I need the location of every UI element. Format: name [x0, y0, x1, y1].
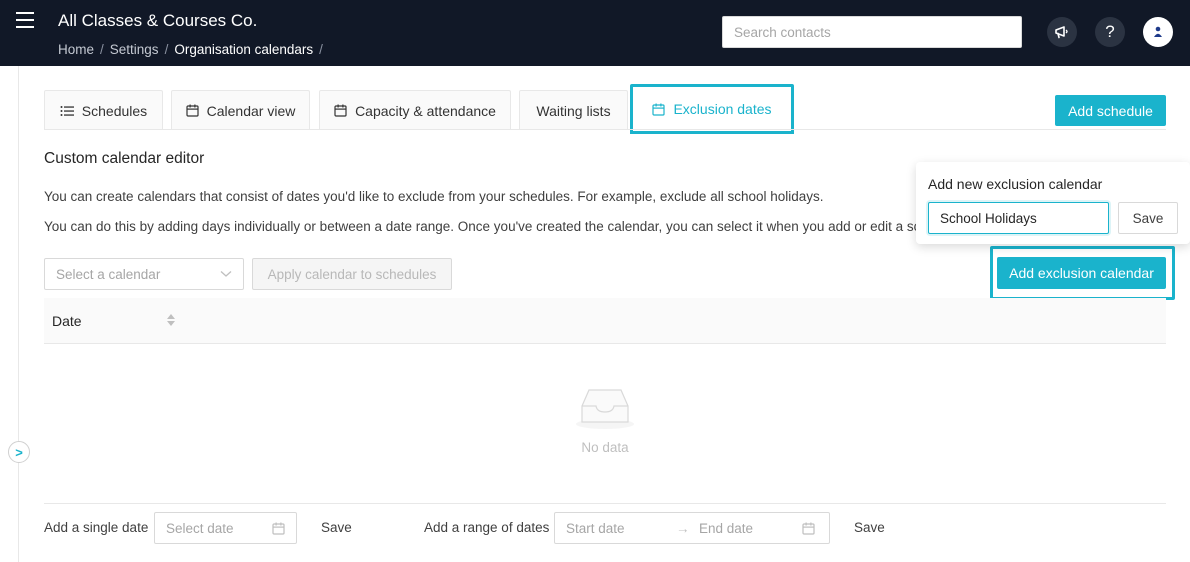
tab-calendar-view[interactable]: Calendar view — [171, 90, 310, 130]
add-exclusion-popover: Add new exclusion calendar Save — [916, 162, 1190, 244]
range-arrow-icon: → — [676, 520, 690, 536]
popover-title: Add new exclusion calendar — [928, 176, 1103, 192]
calendar-icon — [652, 103, 666, 116]
tab-exclusion-dates[interactable]: Exclusion dates — [630, 84, 794, 134]
tab-schedules[interactable]: Schedules — [44, 90, 163, 130]
date-range-picker[interactable]: Start date → End date — [554, 512, 830, 544]
user-avatar[interactable] — [1143, 17, 1173, 47]
column-header-date[interactable]: Date — [52, 313, 82, 329]
breadcrumb-current: Organisation calendars — [174, 42, 314, 57]
popover-save-button[interactable]: Save — [1118, 202, 1178, 234]
hamburger-menu-icon[interactable] — [16, 12, 34, 28]
help-icon: ? — [1105, 22, 1115, 41]
org-name: All Classes & Courses Co. — [58, 11, 258, 30]
range-end-placeholder[interactable]: End date — [699, 521, 802, 536]
list-icon — [60, 105, 74, 116]
megaphone-icon — [1055, 26, 1068, 39]
apply-calendar-button: Apply calendar to schedules — [252, 258, 452, 290]
breadcrumb-settings[interactable]: Settings — [110, 42, 159, 57]
select-placeholder: Select a calendar — [56, 266, 161, 282]
table-header: Date — [44, 298, 1166, 344]
calendar-icon — [272, 522, 285, 535]
tab-label: Schedules — [81, 102, 148, 119]
description-line-2: You can do this by adding days individua… — [44, 219, 936, 234]
section-title: Custom calendar editor — [44, 150, 205, 167]
calendar-icon — [802, 522, 815, 535]
save-date-range-button[interactable]: Save — [854, 520, 885, 535]
calendar-select[interactable]: Select a calendar — [44, 258, 244, 290]
breadcrumb-separator: / — [164, 42, 169, 57]
tab-label: Waiting lists — [536, 102, 611, 119]
breadcrumb-home[interactable]: Home — [58, 42, 94, 57]
range-start-placeholder[interactable]: Start date — [566, 521, 676, 536]
tab-label: Calendar view — [206, 102, 296, 119]
breadcrumb-separator: / — [100, 42, 104, 57]
tab-label: Capacity & attendance — [355, 102, 496, 119]
date-range-label: Add a range of dates — [424, 520, 550, 535]
tabs-divider — [44, 129, 1166, 130]
table-divider — [44, 503, 1166, 504]
search-contacts-input[interactable] — [722, 16, 1022, 48]
empty-state-text: No data — [581, 440, 629, 455]
tab-label: Exclusion dates — [673, 101, 772, 117]
help-button[interactable]: ? — [1095, 17, 1125, 47]
expand-sidebar-button[interactable]: > — [8, 441, 30, 463]
top-header: All Classes & Courses Co. Home / Settings /… — [0, 0, 1190, 66]
sidebar-rail — [18, 66, 19, 562]
single-date-label: Add a single date — [44, 520, 149, 535]
chevron-down-icon — [220, 271, 232, 277]
empty-inbox-icon — [576, 389, 634, 429]
save-single-date-button[interactable]: Save — [321, 520, 352, 535]
description-line-1: You can create calendars that consist of… — [44, 189, 824, 204]
single-date-picker[interactable]: Select date — [154, 512, 297, 544]
calendar-name-input[interactable] — [928, 202, 1109, 234]
breadcrumb: Home / Settings / Organisation calendars / — [58, 42, 329, 57]
tab-waiting-lists[interactable]: Waiting lists — [519, 90, 628, 130]
tab-capacity-attendance[interactable]: Capacity & attendance — [319, 90, 511, 130]
announcements-button[interactable] — [1047, 17, 1077, 47]
add-exclusion-calendar-button[interactable]: Add exclusion calendar — [997, 257, 1166, 289]
user-icon — [1154, 26, 1162, 37]
date-placeholder: Select date — [166, 520, 234, 536]
add-schedule-button[interactable]: Add schedule — [1055, 95, 1166, 126]
calendar-icon — [334, 104, 347, 117]
calendar-icon — [186, 104, 199, 117]
sort-icon[interactable] — [167, 314, 175, 326]
breadcrumb-separator: / — [319, 42, 323, 57]
